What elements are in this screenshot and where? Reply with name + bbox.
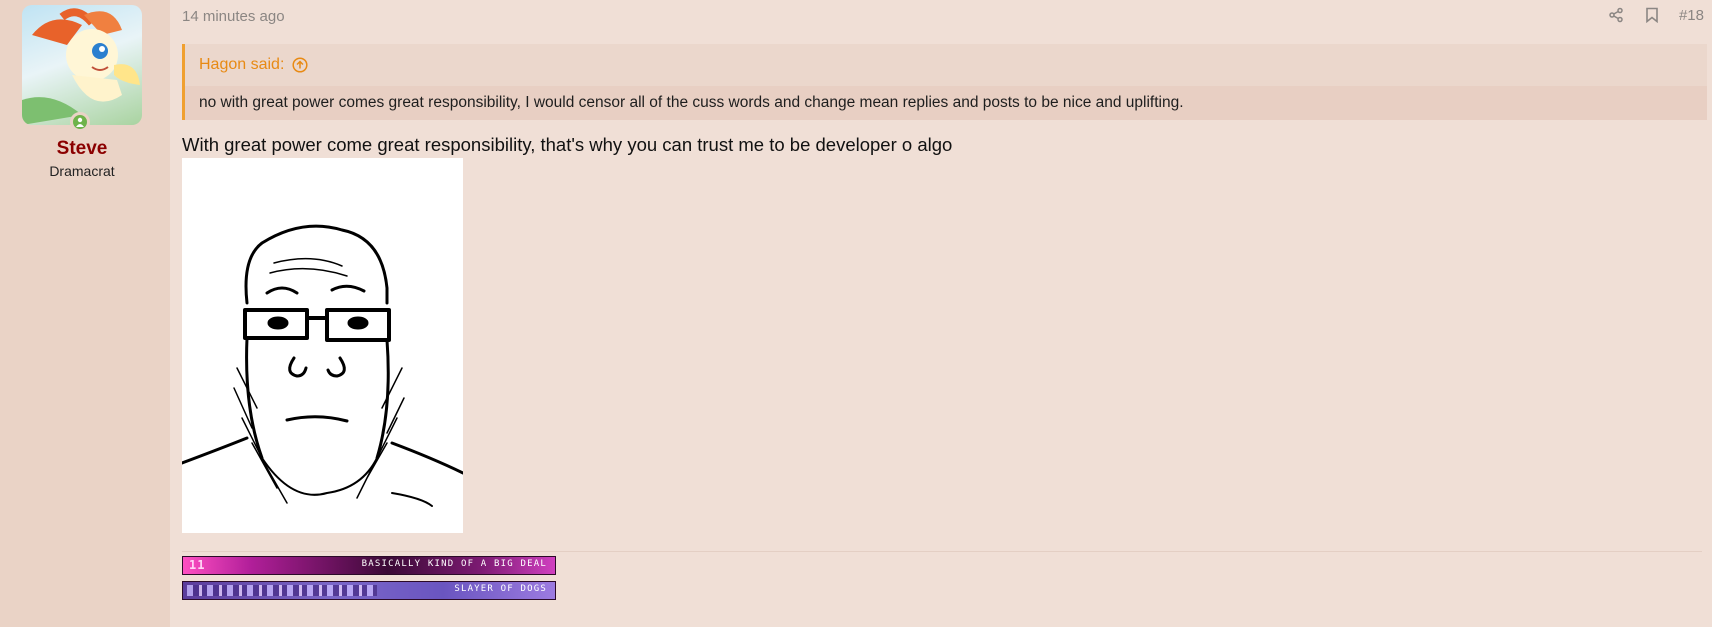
online-status-icon (70, 112, 90, 132)
post-actions: #18 (1607, 6, 1704, 24)
signature-separator (182, 551, 1702, 552)
user-banner: SLAYER OF DOGS (182, 581, 556, 600)
banner-badge: 11 (189, 558, 206, 572)
quote-author[interactable]: Hagon said: (199, 56, 284, 74)
post-image[interactable] (180, 158, 465, 533)
bookmark-icon[interactable] (1643, 6, 1661, 24)
banner-pattern (187, 585, 377, 596)
user-title: Dramacrat (49, 163, 115, 179)
post-body: With great power come great responsibili… (182, 134, 953, 155)
username-link[interactable]: Steve (0, 138, 164, 160)
user-sidebar: Steve Dramacrat (0, 0, 170, 627)
banner-label: BASICALLY KIND OF A BIG DEAL (361, 559, 547, 569)
post-timestamp[interactable]: 14 minutes ago (182, 8, 285, 25)
quote-block: Hagon said: no with great power comes gr… (182, 44, 1707, 120)
quote-header[interactable]: Hagon said: (199, 56, 308, 74)
quote-text: no with great power comes great responsi… (185, 86, 1707, 120)
arrow-up-circle-icon[interactable] (292, 57, 308, 73)
post-main: 14 minutes ago #18 Hagon said: no with g… (170, 0, 1712, 627)
avatar[interactable] (22, 5, 142, 125)
post-number-link[interactable]: #18 (1679, 7, 1704, 24)
banner-label: SLAYER OF DOGS (454, 584, 547, 594)
user-banner: 11 BASICALLY KIND OF A BIG DEAL (182, 556, 556, 575)
avatar-image (22, 8, 140, 125)
share-icon[interactable] (1607, 6, 1625, 24)
